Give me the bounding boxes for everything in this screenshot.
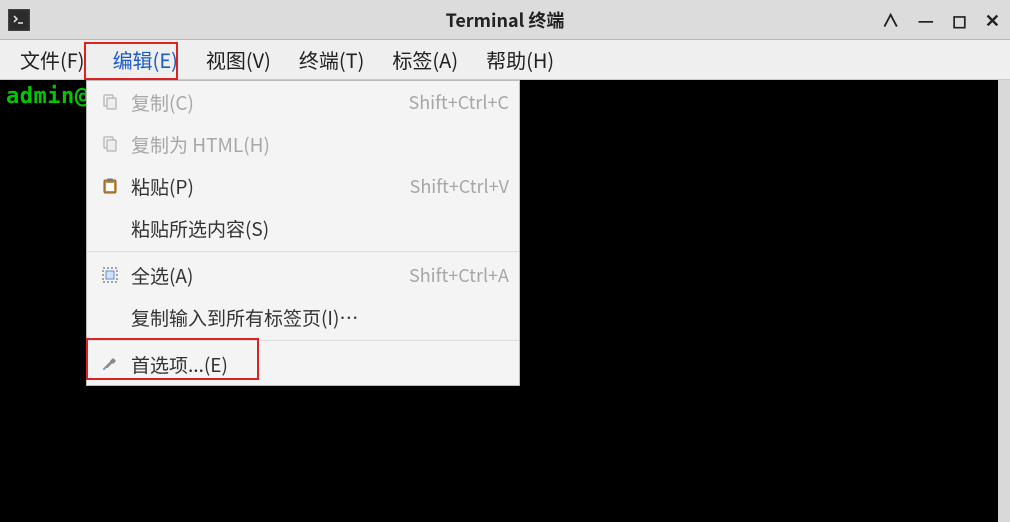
- menuitem-copy-input-all-tabs[interactable]: 复制输入到所有标签页(I)…: [87, 296, 519, 338]
- menuitem-paste-selection[interactable]: 粘贴所选内容(S): [87, 207, 519, 249]
- menu-terminal-label: 终端(T): [299, 45, 365, 74]
- terminal-app-icon: [8, 9, 30, 31]
- menu-file[interactable]: 文件(F): [6, 40, 99, 79]
- minimize-icon[interactable]: —: [918, 7, 934, 33]
- close-icon[interactable]: ✕: [985, 7, 1000, 33]
- prefs-icon: [97, 355, 123, 373]
- copy-icon: [97, 93, 123, 111]
- edit-dropdown: 复制(C) Shift+Ctrl+C 复制为 HTML(H) 粘贴(P) Shi…: [86, 80, 520, 386]
- menuitem-copy-label: 复制(C): [131, 89, 194, 116]
- menuitem-select-all[interactable]: 全选(A) Shift+Ctrl+A: [87, 254, 519, 296]
- menu-edit-label: 编辑(E): [113, 45, 178, 74]
- menuitem-copy: 复制(C) Shift+Ctrl+C: [87, 81, 519, 123]
- menu-help-label: 帮助(H): [486, 45, 554, 74]
- menu-view[interactable]: 视图(V): [192, 40, 285, 79]
- menuitem-paste-label: 粘贴(P): [131, 173, 194, 200]
- copy-html-icon: [97, 135, 123, 153]
- window-controls: ∧ — ◻ ✕: [882, 7, 1010, 33]
- menu-terminal[interactable]: 终端(T): [285, 40, 379, 79]
- menu-help[interactable]: 帮助(H): [472, 40, 568, 79]
- rollup-icon[interactable]: ∧: [882, 7, 900, 33]
- menu-view-label: 视图(V): [206, 45, 271, 74]
- maximize-icon[interactable]: ◻: [952, 7, 967, 33]
- menu-tabs-label: 标签(A): [392, 45, 458, 74]
- menuitem-select-all-label: 全选(A): [131, 262, 193, 289]
- menu-edit[interactable]: 编辑(E): [99, 40, 192, 79]
- menuitem-copy-accel: Shift+Ctrl+C: [408, 89, 509, 115]
- menuitem-preferences-label: 首选项...(E): [131, 351, 228, 378]
- menuitem-copy-html-label: 复制为 HTML(H): [131, 131, 270, 158]
- select-all-icon: [97, 266, 123, 284]
- menu-tabs[interactable]: 标签(A): [378, 40, 472, 79]
- menuitem-preferences[interactable]: 首选项...(E): [87, 343, 519, 385]
- menuitem-select-all-accel: Shift+Ctrl+A: [409, 262, 509, 288]
- paste-icon: [97, 177, 123, 195]
- menu-separator: [87, 251, 519, 252]
- window-title: Terminal 终端: [0, 7, 1010, 33]
- menu-separator: [87, 340, 519, 341]
- menuitem-paste-accel: Shift+Ctrl+V: [410, 173, 509, 199]
- scrollbar-track[interactable]: [998, 80, 1010, 522]
- menuitem-copy-html: 复制为 HTML(H): [87, 123, 519, 165]
- menu-file-label: 文件(F): [20, 45, 85, 74]
- menuitem-copy-input-all-tabs-label: 复制输入到所有标签页(I)…: [131, 304, 358, 331]
- titlebar: Terminal 终端 ∧ — ◻ ✕: [0, 0, 1010, 40]
- menuitem-paste[interactable]: 粘贴(P) Shift+Ctrl+V: [87, 165, 519, 207]
- menuitem-paste-selection-label: 粘贴所选内容(S): [131, 215, 269, 242]
- menubar: 文件(F) 编辑(E) 视图(V) 终端(T) 标签(A) 帮助(H): [0, 40, 1010, 80]
